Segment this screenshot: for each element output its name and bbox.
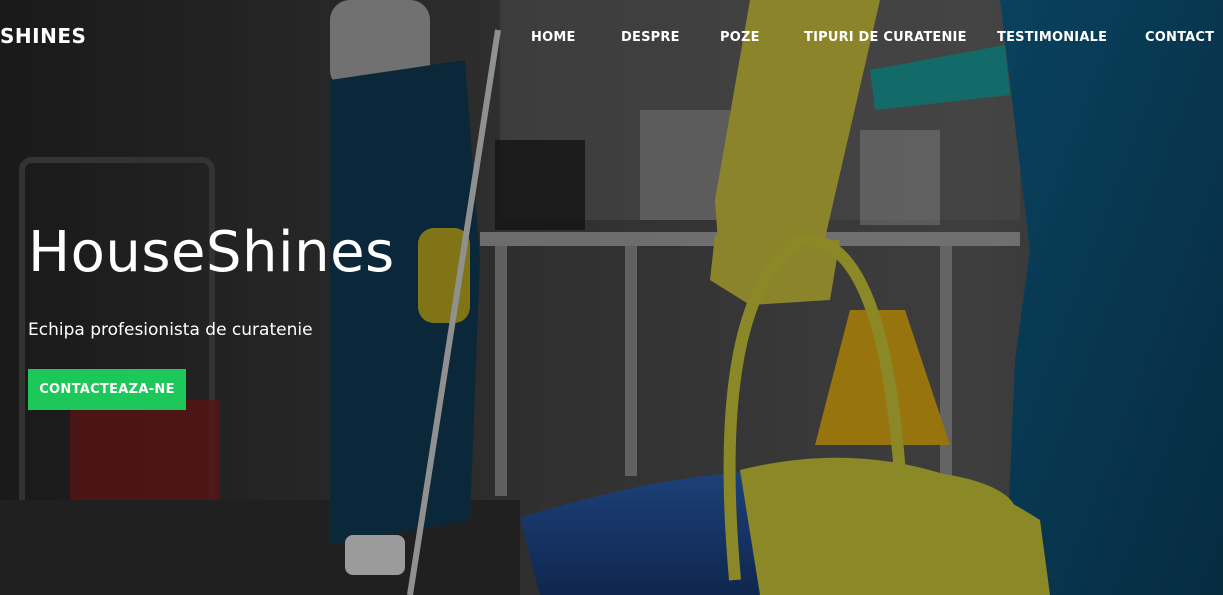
top-navbar: SHINES HOME DESPRE POZE TIPURI DE CURATE… — [0, 0, 1223, 76]
hero-title: HouseShines — [28, 220, 395, 285]
hero-section: SHINES HOME DESPRE POZE TIPURI DE CURATE… — [0, 0, 1223, 595]
nav-despre-link[interactable]: DESPRE — [621, 30, 680, 45]
hero-dark-overlay — [0, 0, 1223, 595]
nav-contact-link[interactable]: CONTACT — [1145, 30, 1214, 45]
main-menu: HOME DESPRE POZE TIPURI DE CURATENIE TES… — [0, 30, 1223, 50]
nav-testimoniale-link[interactable]: TESTIMONIALE — [997, 30, 1107, 45]
contact-cta-button[interactable]: CONTACTEAZA-NE — [28, 369, 186, 410]
nav-poze-link[interactable]: POZE — [720, 30, 760, 45]
hero-subtitle: Echipa profesionista de curatenie — [28, 320, 313, 340]
nav-tipuri-link[interactable]: TIPURI DE CURATENIE — [804, 30, 967, 45]
nav-home-link[interactable]: HOME — [531, 30, 576, 45]
